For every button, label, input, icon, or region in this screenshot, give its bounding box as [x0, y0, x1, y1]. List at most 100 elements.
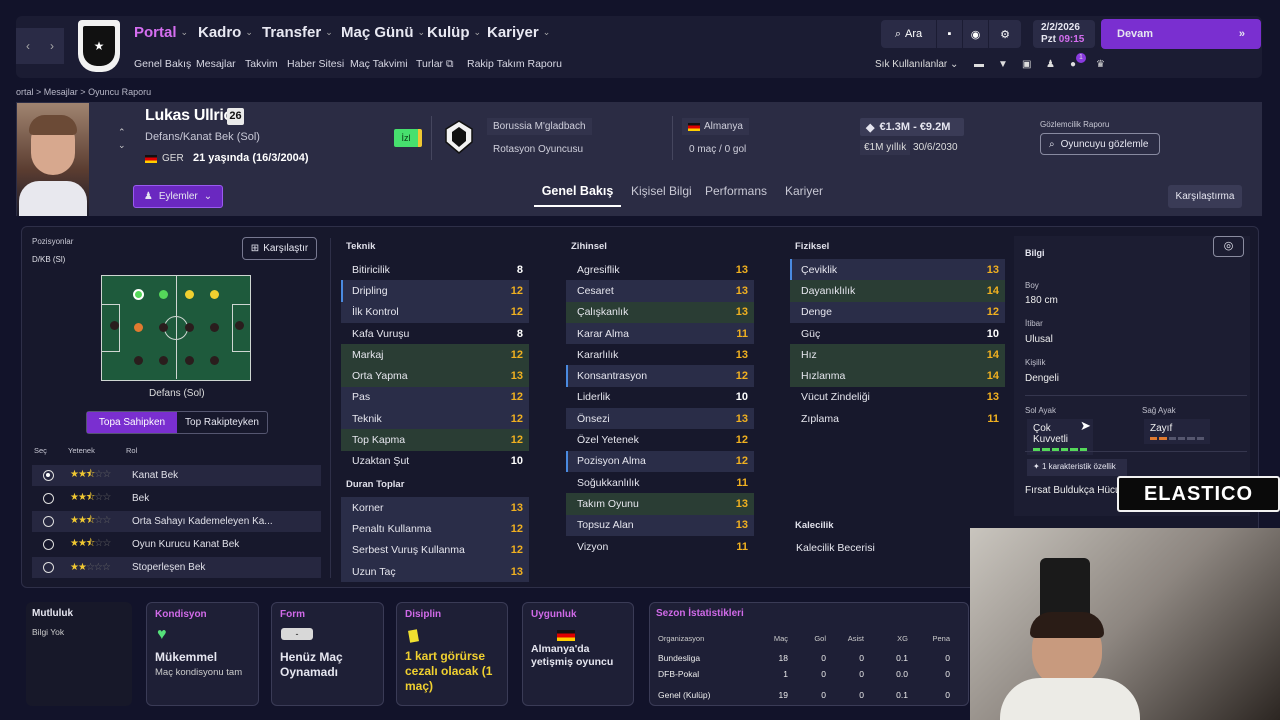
favorites-dropdown[interactable]: Sık Kullanılanlar ⌄ — [875, 59, 958, 70]
attribute-row[interactable]: Soğukkanlılık 11 — [566, 472, 754, 493]
attribute-row[interactable]: Kafa Vuruşu 8 — [341, 323, 529, 344]
date-display[interactable]: 2/2/2026 Pzt 09:15 — [1033, 20, 1095, 48]
submenu-haber-sitesi[interactable]: Haber Sitesi — [287, 58, 344, 70]
attribute-row[interactable]: Penaltı Kullanma 12 — [341, 518, 529, 540]
role-radio[interactable] — [43, 493, 54, 504]
attribute-row[interactable]: Uzaktan Şut 10 — [341, 451, 529, 472]
trophy-icon[interactable]: ♛ — [1096, 59, 1105, 70]
scout-eye-icon[interactable]: ◎ — [1213, 236, 1244, 257]
form-card[interactable]: Form - Henüz Maç Oynamadı — [271, 602, 384, 706]
traits-badge[interactable]: ✦ 1 karakteristik özellik — [1027, 459, 1127, 476]
scout-player-button[interactable]: ⌕ Oyuncuyu gözlemle — [1040, 133, 1160, 155]
attribute-row[interactable]: Takım Oyunu 13 — [566, 493, 754, 515]
attribute-row[interactable]: Denge 12 — [790, 301, 1005, 323]
menu-kulup[interactable]: Kulüp ⌄ — [427, 24, 481, 41]
attribute-row[interactable]: Hızlanma 14 — [790, 365, 1005, 387]
attribute-row[interactable]: Liderlik 10 — [566, 387, 754, 408]
submenu-mac-takvimi[interactable]: Maç Takvimi — [350, 58, 408, 70]
menu-kariyer[interactable]: Kariyer ⌄ — [487, 24, 550, 41]
eligibility-card[interactable]: Uygunluk Almanya'da yetişmiş oyuncu — [522, 602, 634, 706]
player-switcher[interactable]: ⌃ ⌄ — [118, 126, 126, 152]
condition-card[interactable]: Kondisyon ♥ Mükemmel Maç kondisyonu tam — [146, 602, 259, 706]
shirt-icon[interactable]: ▼ — [998, 59, 1008, 70]
toggle-out-of-possession[interactable]: Top Rakipteyken — [177, 412, 267, 433]
attribute-row[interactable]: Serbest Vuruş Kullanma 12 — [341, 539, 529, 561]
role-radio[interactable] — [43, 470, 54, 481]
role-radio[interactable] — [43, 539, 54, 550]
gear-icon[interactable]: ⚙ — [989, 20, 1021, 48]
discipline-card[interactable]: Disiplin 1 kart görürse cezalı olacak (1… — [396, 602, 508, 706]
chat-icon[interactable]: ▬ — [974, 59, 984, 70]
attribute-row[interactable]: Teknik 12 — [341, 408, 529, 430]
attribute-row[interactable]: Kararlılık 13 — [566, 344, 754, 365]
attribute-row[interactable]: Özel Yetenek 12 — [566, 429, 754, 450]
submenu-mesajlar[interactable]: Mesajlar — [196, 58, 236, 70]
forward-arrow-icon[interactable]: › — [40, 28, 64, 64]
stats-row[interactable]: Genel (Kulüp) 19 0 0 0.1 0 — [658, 690, 958, 700]
attribute-row[interactable]: İlk Kontrol 12 — [341, 301, 529, 323]
submenu-takvim[interactable]: Takvim — [245, 58, 278, 70]
chevron-up-icon[interactable]: ⌃ — [118, 126, 126, 139]
role-row[interactable]: ★★⯪☆☆ Oyun Kurucu Kanat Bek — [32, 534, 321, 555]
breadcrumb-portal[interactable]: ortal — [16, 87, 34, 97]
role-row[interactable]: ★★☆☆☆ Stoperleşen Bek — [32, 557, 321, 578]
happiness-card[interactable]: Mutluluk Bilgi Yok — [26, 602, 132, 706]
attribute-row[interactable]: Top Kapma 12 — [341, 429, 529, 451]
attribute-row[interactable]: Topsuz Alan 13 — [566, 514, 754, 536]
role-row[interactable]: ★★⯪☆☆ Kanat Bek — [32, 465, 321, 486]
menu-mac-gunu[interactable]: Maç Günü ⌄ — [341, 24, 425, 41]
club-logo[interactable]: ★ — [78, 20, 120, 72]
menu-portal[interactable]: Portal ⌄ — [134, 24, 188, 41]
submenu-genel-bakis[interactable]: Genel Bakış — [134, 58, 191, 70]
attribute-row[interactable]: Markaj 12 — [341, 344, 529, 366]
globe-icon[interactable]: ◉ — [963, 20, 989, 48]
attribute-row[interactable]: Çeviklik 13 — [790, 259, 1005, 281]
club-name[interactable]: Borussia M'gladbach — [487, 118, 592, 135]
stats-row[interactable]: DFB-Pokal 1 0 0 0.0 0 — [658, 669, 958, 679]
breadcrumb-mesajlar[interactable]: Mesajlar — [44, 87, 78, 97]
attribute-row[interactable]: Agresiflik 13 — [566, 259, 754, 280]
attribute-row[interactable]: Karar Alma 11 — [566, 322, 754, 345]
toggle-in-possession[interactable]: Topa Sahipken — [87, 412, 177, 433]
tactics-icon[interactable]: ♟ — [1046, 59, 1055, 70]
menu-kadro[interactable]: Kadro ⌄ — [198, 24, 253, 41]
status-badge[interactable]: İzl — [394, 129, 422, 147]
attribute-row[interactable]: Zıplama 11 — [790, 408, 1005, 429]
notifications-icon[interactable]: ● 1 — [1070, 53, 1086, 70]
attribute-row[interactable]: Çalışkanlık 13 — [566, 301, 754, 323]
attribute-row[interactable]: Uzun Taç 13 — [341, 560, 529, 583]
attribute-row[interactable]: Bitiricilik 8 — [341, 259, 529, 280]
attribute-row[interactable]: Önsezi 13 — [566, 408, 754, 430]
submenu-rakip-takim-raporu[interactable]: Rakip Takım Raporu — [467, 58, 562, 70]
attribute-row[interactable]: Korner 13 — [341, 497, 529, 519]
tab-kariyer[interactable]: Kariyer — [785, 184, 823, 198]
chevron-down-icon[interactable]: ⌄ — [118, 139, 126, 152]
submenu-turlar[interactable]: Turlar ⧉ — [416, 58, 453, 71]
attribute-row[interactable]: Dayanıklılık 14 — [790, 280, 1005, 302]
position-compare-button[interactable]: ⊞ Karşılaştır — [242, 237, 317, 260]
role-radio[interactable] — [43, 562, 54, 573]
search-button[interactable]: ⌕ Ara — [881, 20, 937, 48]
actions-button[interactable]: ♟ Eylemler ⌄ — [133, 185, 223, 208]
tab-performans[interactable]: Performans — [705, 184, 767, 198]
clipboard-icon[interactable]: ▣ — [1022, 59, 1031, 70]
stats-row[interactable]: Bundesliga 18 0 0 0.1 0 — [658, 653, 958, 663]
menu-transfer[interactable]: Transfer ⌄ — [262, 24, 333, 41]
attribute-row[interactable]: Pas 12 — [341, 386, 529, 409]
role-radio[interactable] — [43, 516, 54, 527]
country[interactable]: Almanya — [682, 118, 749, 135]
tab-genel-bakis[interactable]: Genel Bakış — [534, 178, 621, 207]
attribute-row[interactable]: Vücut Zindeliği 13 — [790, 387, 1005, 408]
back-arrow-icon[interactable]: ‹ — [16, 28, 40, 64]
attribute-row[interactable]: Dripling 12 — [341, 280, 529, 302]
attribute-row[interactable]: Vizyon 11 — [566, 536, 754, 557]
compare-button[interactable]: Karşılaştırma — [1168, 185, 1242, 208]
role-row[interactable]: ★★⯪☆☆ Orta Sahayı Kademeleyen Ka... — [32, 511, 321, 532]
club-crest-icon[interactable] — [445, 120, 473, 154]
attribute-row[interactable]: Güç 10 — [790, 323, 1005, 344]
attribute-row[interactable]: Konsantrasyon 12 — [566, 365, 754, 387]
attribute-row[interactable]: Cesaret 13 — [566, 280, 754, 302]
bookmark-icon[interactable]: ▪ — [937, 20, 963, 48]
continue-button[interactable]: Devam » — [1101, 19, 1261, 49]
role-row[interactable]: ★★⯪☆☆ Bek — [32, 488, 321, 509]
